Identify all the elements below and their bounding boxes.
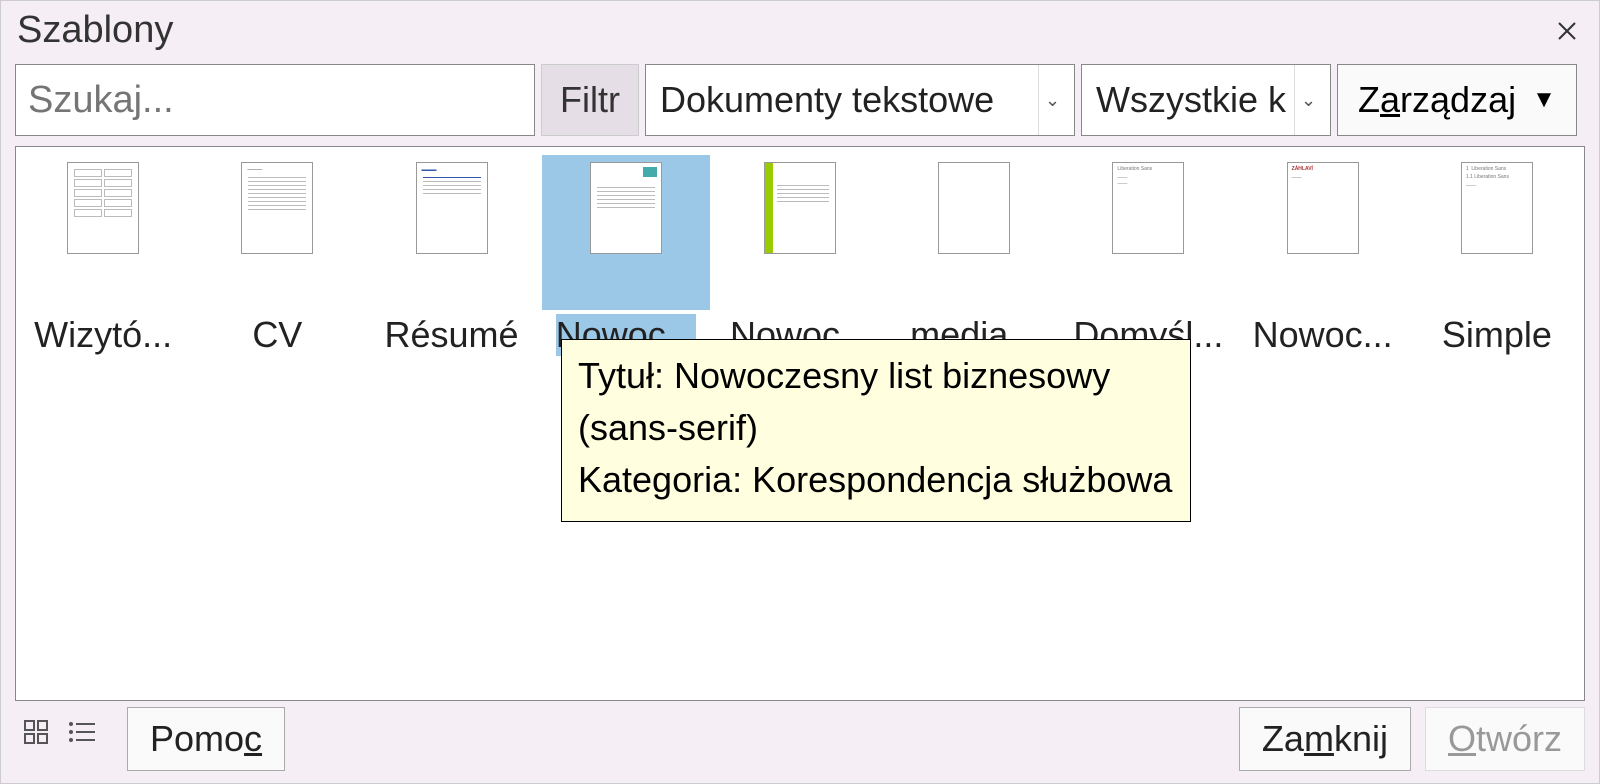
dialog-title: Szablony bbox=[17, 9, 1551, 52]
close-icon[interactable] bbox=[1551, 15, 1583, 47]
view-mode-icons bbox=[15, 715, 105, 763]
tooltip-category-line: Kategoria: Korespondencja służbowa bbox=[578, 454, 1174, 506]
template-label: Wizytó... bbox=[34, 314, 172, 356]
template-label: Simple bbox=[1442, 314, 1552, 356]
template-item[interactable]: ZÁHLAVÍ —— Nowoc... bbox=[1236, 151, 1410, 356]
template-item[interactable]: Wizytó... bbox=[16, 151, 190, 356]
template-label: CV bbox=[252, 314, 302, 356]
manage-button-label: Zarządzaj bbox=[1358, 79, 1516, 121]
open-button[interactable]: Otwórz bbox=[1425, 707, 1585, 771]
template-tooltip: Tytuł: Nowoczesny list biznesowy (sans-s… bbox=[561, 339, 1191, 522]
manage-button[interactable]: Zarządzaj ▼ bbox=[1337, 64, 1577, 136]
templates-dialog: Szablony Filtr Dokumenty tekstowe ⌄ Wszy… bbox=[0, 0, 1600, 784]
chevron-down-icon: ⌄ bbox=[1294, 65, 1322, 135]
category-dropdown[interactable]: Wszystkie k ⌄ bbox=[1081, 64, 1331, 136]
category-dropdown-value: Wszystkie k bbox=[1096, 79, 1286, 121]
template-item[interactable]: Nowoc... bbox=[713, 151, 887, 356]
filter-label: Filtr bbox=[541, 64, 639, 136]
template-label: Nowoc... bbox=[1253, 314, 1393, 356]
help-button[interactable]: Pomoc bbox=[127, 707, 285, 771]
templates-row: Wizytó... ——— CV ▬▬▬ Résumé bbox=[16, 147, 1584, 356]
titlebar: Szablony bbox=[1, 1, 1599, 56]
chevron-down-icon: ⌄ bbox=[1038, 65, 1066, 135]
type-dropdown[interactable]: Dokumenty tekstowe ⌄ bbox=[645, 64, 1075, 136]
template-item[interactable]: media... bbox=[887, 151, 1061, 356]
bottom-bar: Pomoc Zamknij Otwórz bbox=[1, 701, 1599, 783]
type-dropdown-value: Dokumenty tekstowe bbox=[660, 79, 1030, 121]
search-input[interactable] bbox=[15, 64, 535, 136]
list-view-icon[interactable] bbox=[67, 719, 97, 745]
template-item[interactable]: Liberation Sans —— —— Domyśl... bbox=[1061, 151, 1235, 356]
template-item[interactable]: ▬▬▬ Résumé bbox=[364, 151, 538, 356]
triangle-down-icon: ▼ bbox=[1532, 86, 1556, 114]
template-label: Résumé bbox=[385, 314, 519, 356]
grid-view-icon[interactable] bbox=[23, 719, 49, 745]
template-item[interactable]: 1 Liberation Sans 1.1 Liberation Sans ——… bbox=[1410, 151, 1584, 356]
template-item[interactable]: Nowoc... bbox=[539, 151, 713, 356]
close-button[interactable]: Zamknij bbox=[1239, 707, 1411, 771]
toolbar: Filtr Dokumenty tekstowe ⌄ Wszystkie k ⌄… bbox=[1, 56, 1599, 146]
template-item[interactable]: ——— CV bbox=[190, 151, 364, 356]
tooltip-title-line: Tytuł: Nowoczesny list biznesowy (sans-s… bbox=[578, 350, 1174, 454]
